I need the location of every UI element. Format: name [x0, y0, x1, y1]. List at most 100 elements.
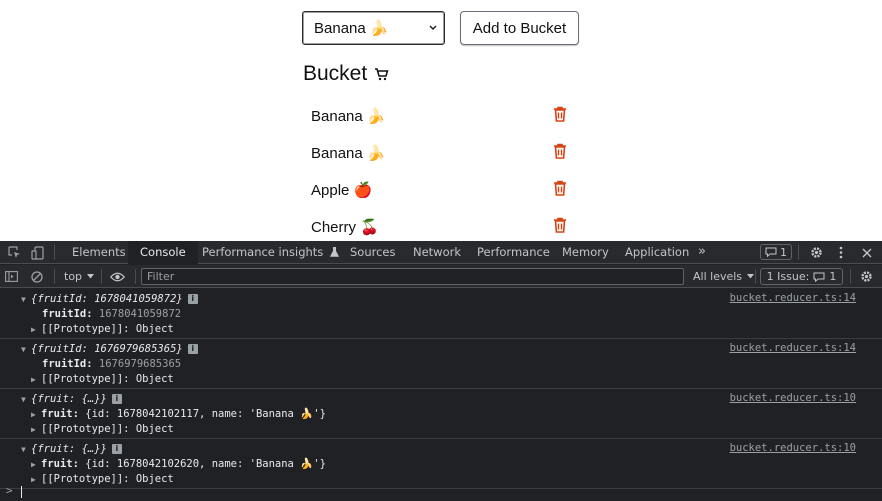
log-prototype: [[Prototype]]: Object — [41, 373, 174, 385]
tab-sources[interactable]: Sources — [350, 241, 396, 264]
trash-icon[interactable] — [553, 143, 567, 159]
bucket-item: Banana 🍌 — [311, 106, 571, 128]
expand-triangle-icon: ▼ — [21, 395, 26, 404]
log-source-link[interactable]: bucket.reducer.ts:14 — [730, 342, 856, 354]
toolbar-divider — [850, 269, 851, 284]
log-summary: {fruitId: 1676979685365} — [31, 343, 183, 355]
log-prototype: [[Prototype]]: Object — [41, 473, 174, 485]
issues-counter-badge[interactable]: 1 — [760, 244, 792, 260]
log-source-link[interactable]: bucket.reducer.ts:10 — [730, 392, 856, 404]
devtools-panel: Elements Console Performance insights So… — [0, 241, 882, 501]
fruit-select[interactable]: Banana 🍌 — [302, 11, 445, 45]
trash-icon[interactable] — [553, 217, 567, 233]
add-to-bucket-button[interactable]: Add to Bucket — [460, 11, 579, 45]
log-prototype-row[interactable]: ▶ [[Prototype]]: Object — [31, 372, 174, 387]
log-source-link[interactable]: bucket.reducer.ts:10 — [730, 442, 856, 454]
log-prototype-row[interactable]: ▶ [[Prototype]]: Object — [31, 322, 174, 337]
caret-down-icon — [87, 274, 95, 279]
issues-button[interactable]: 1 Issue: 1 — [760, 268, 843, 285]
console-input-caret[interactable] — [21, 486, 22, 498]
expand-triangle-icon: ▼ — [21, 295, 26, 304]
more-tabs-button[interactable]: » — [698, 241, 706, 264]
caret-down-icon — [747, 274, 755, 279]
live-expression-eye-icon[interactable] — [110, 265, 128, 288]
info-icon: i — [187, 294, 198, 304]
bucket-item-name: Banana 🍌 — [311, 108, 386, 125]
info-icon: i — [187, 344, 198, 354]
log-summary: {fruitId: 1678041059872} — [31, 293, 183, 305]
devtools-tabbar: Elements Console Performance insights So… — [0, 241, 882, 264]
tab-application[interactable]: Application — [625, 241, 689, 264]
log-prototype-row[interactable]: ▶ [[Prototype]]: Object — [31, 472, 174, 487]
expand-triangle-icon: ▶ — [31, 425, 36, 434]
tab-performance[interactable]: Performance — [477, 241, 550, 264]
gear-icon[interactable] — [807, 241, 825, 264]
log-source-link[interactable]: bucket.reducer.ts:14 — [730, 292, 856, 304]
log-levels-label: All levels — [693, 270, 743, 283]
tab-performance-insights[interactable]: Performance insights — [202, 241, 339, 264]
toolbar-divider — [755, 269, 756, 284]
expand-triangle-icon: ▶ — [31, 460, 36, 469]
log-summary-row[interactable]: ▼ {fruit: {…}} i — [21, 442, 122, 457]
log-summary-row[interactable]: ▼ {fruitId: 1676979685365} i — [21, 342, 198, 357]
log-property-value: {id: 1678042102620, name: 'Banana 🍌'} — [85, 458, 326, 470]
toolbar-divider — [101, 269, 102, 284]
tab-memory[interactable]: Memory — [562, 241, 609, 264]
log-property-value: 1676979685365 — [98, 358, 182, 370]
console-message: ▼ {fruit: {…}} i bucket.reducer.ts:10 ▶ fru… — [0, 439, 882, 489]
log-property-row[interactable]: ▶ fruit: {id: 1678042102117, name: 'Banan… — [31, 407, 326, 422]
console-filter-input[interactable]: Filter — [141, 268, 684, 285]
log-levels-dropdown[interactable]: All levels — [693, 265, 755, 288]
context-selector[interactable]: top — [64, 265, 95, 288]
trash-icon[interactable] — [553, 180, 567, 196]
log-property-key: fruitId: — [42, 358, 93, 370]
bucket-item: Banana 🍌 — [311, 143, 571, 165]
bucket-item-name: Apple 🍎 — [311, 182, 373, 199]
expand-triangle-icon: ▶ — [31, 475, 36, 484]
console-message: ▼ {fruit: {…}} i bucket.reducer.ts:10 ▶ fru… — [0, 389, 882, 439]
tab-elements[interactable]: Elements — [72, 241, 126, 264]
log-prototype-row[interactable]: ▶ [[Prototype]]: Object — [31, 422, 174, 437]
bucket-item-name: Cherry 🍒 — [311, 219, 379, 236]
log-summary: {fruit: {…}} — [31, 443, 107, 455]
log-summary-row[interactable]: ▼ {fruit: {…}} i — [21, 392, 122, 407]
console-prompt-icon: > — [6, 484, 13, 497]
issues-button-label: 1 Issue: — [766, 270, 810, 283]
sidebar-toggle-icon[interactable] — [5, 265, 21, 288]
device-toolbar-icon[interactable] — [28, 241, 46, 264]
log-summary: {fruit: {…}} — [31, 393, 107, 405]
log-property-row[interactable]: ▶ fruit: {id: 1678042102620, name: 'Banan… — [31, 457, 326, 472]
log-summary-row[interactable]: ▼ {fruitId: 1678041059872} i — [21, 292, 198, 307]
clear-console-icon[interactable] — [31, 265, 47, 288]
console-message: ▼ {fruitId: 1678041059872} i bucket.reduce… — [0, 289, 882, 339]
log-prototype: [[Prototype]]: Object — [41, 423, 174, 435]
console-settings-gear-icon[interactable] — [860, 265, 876, 288]
chevron-down-icon — [429, 25, 437, 31]
expand-triangle-icon: ▼ — [21, 445, 26, 454]
context-selector-value: top — [64, 270, 83, 283]
log-property-value: 1678041059872 — [98, 308, 182, 320]
issues-button-count: 1 — [829, 270, 837, 283]
expand-triangle-icon: ▶ — [31, 375, 36, 384]
expand-triangle-icon: ▼ — [21, 345, 26, 354]
expand-triangle-icon: ▶ — [31, 410, 36, 419]
kebab-menu-icon[interactable] — [834, 241, 848, 264]
close-icon[interactable] — [858, 241, 876, 264]
toolbar-divider — [54, 269, 55, 284]
bucket-item: Cherry 🍒 — [311, 217, 571, 239]
console-toolbar: top Filter All levels 1 Issue: 1 — [0, 265, 882, 288]
issues-count: 1 — [780, 245, 787, 259]
tab-performance-insights-label: Performance insights — [202, 245, 324, 259]
tab-console[interactable]: Console — [128, 241, 198, 264]
log-property: fruitId: 1676979685365 — [42, 357, 181, 372]
log-property-key: fruit: — [41, 408, 79, 420]
flask-icon — [329, 247, 339, 257]
bucket-title: Bucket — [303, 62, 368, 85]
log-property: fruitId: 1678041059872 — [42, 307, 181, 322]
trash-icon[interactable] — [553, 106, 567, 122]
message-icon — [813, 272, 825, 282]
inspect-element-icon[interactable] — [5, 241, 23, 264]
cart-icon — [375, 68, 389, 81]
toolbar-divider — [135, 269, 136, 284]
tab-network[interactable]: Network — [413, 241, 461, 264]
